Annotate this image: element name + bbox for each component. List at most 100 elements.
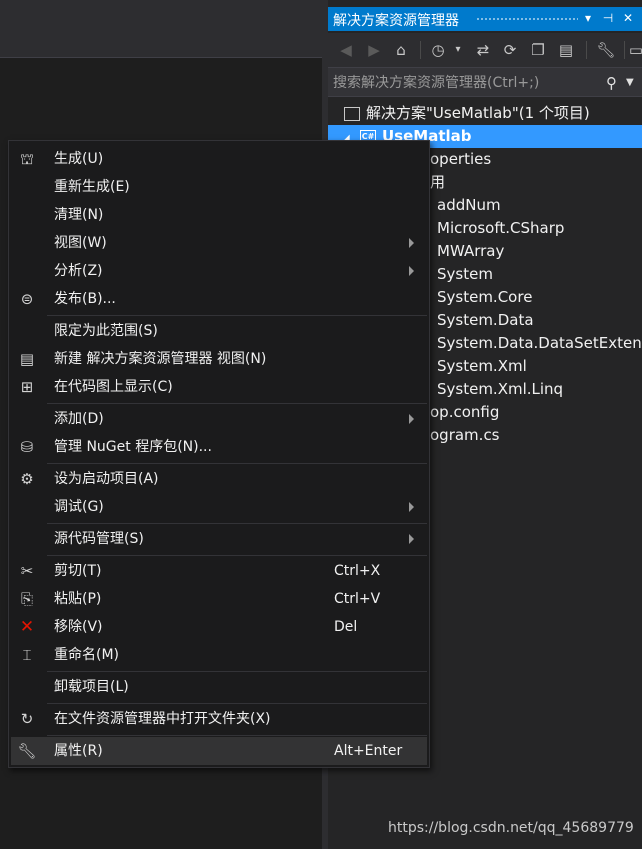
tree-item[interactable]: System.Data <box>437 309 534 332</box>
toolbar-separator <box>624 41 625 59</box>
tree-item[interactable]: System.Xml <box>437 355 527 378</box>
tree-item[interactable]: Microsoft.CSharp <box>437 217 564 240</box>
tree-item[interactable]: System.Data.DataSetExtensio <box>437 332 642 355</box>
nuget-icon: ⛁ <box>20 438 34 456</box>
tree-item[interactable]: System.Core <box>437 286 532 309</box>
tree-item[interactable]: op.config <box>430 401 499 424</box>
home-icon[interactable]: ⌂ <box>391 40 411 60</box>
code-map-icon: ⊞ <box>20 378 34 396</box>
menu-item-new-explorer-view[interactable]: ▤ 新建 解决方案资源管理器 视图(N) <box>11 345 427 373</box>
context-menu: ⛫ 生成(U) 重新生成(E) 清理(N) 视图(W) 分析(Z) ⊜ 发布(B… <box>8 140 430 768</box>
menu-item-unload-project[interactable]: 卸载项目(L) <box>11 673 427 701</box>
search-icon[interactable]: ⚲ <box>606 73 624 93</box>
window-position-dropdown-icon[interactable]: ▾ <box>580 9 596 27</box>
menu-separator <box>47 703 427 704</box>
build-icon: ⛫ <box>20 150 34 168</box>
menu-item-label: 管理 NuGet 程序包(N)... <box>54 439 212 455</box>
menu-item-label: 属性(R) <box>54 743 103 759</box>
toolbar-separator <box>586 41 587 59</box>
menu-item-view[interactable]: 视图(W) <box>11 229 427 257</box>
collapse-all-icon[interactable]: ❐ <box>528 40 548 60</box>
pending-changes-filter-icon[interactable]: ◷ <box>428 40 448 60</box>
wrench-icon: 🔧︎ <box>17 742 37 760</box>
menu-separator <box>47 315 427 316</box>
editor-area <box>0 0 322 30</box>
solution-icon <box>344 106 360 121</box>
toolbar-separator <box>420 41 421 59</box>
forward-icon[interactable]: ▶ <box>364 40 384 60</box>
preview-icon[interactable]: ▭ <box>626 40 642 60</box>
menu-item-build[interactable]: ⛫ 生成(U) <box>11 145 427 173</box>
refresh-icon[interactable]: ⟳ <box>500 40 520 60</box>
show-all-files-icon[interactable]: ▤ <box>556 40 576 60</box>
submenu-arrow-icon <box>409 414 414 424</box>
menu-item-set-startup-project[interactable]: ⚙ 设为启动项目(A) <box>11 465 427 493</box>
remove-icon: ✕ <box>19 617 35 637</box>
auto-hide-pin-icon[interactable]: ⊣ <box>600 9 616 27</box>
menu-item-analyze[interactable]: 分析(Z) <box>11 257 427 285</box>
menu-item-label: 发布(B)... <box>54 291 116 307</box>
properties-wrench-icon[interactable]: 🔧︎ <box>596 40 616 60</box>
tree-item[interactable]: System <box>437 263 493 286</box>
submenu-arrow-icon <box>409 266 414 276</box>
menu-item-show-on-code-map[interactable]: ⊞ 在代码图上显示(C) <box>11 373 427 401</box>
menu-item-label: 在代码图上显示(C) <box>54 379 173 395</box>
watermark: https://blog.csdn.net/qq_45689779 <box>388 820 634 836</box>
sync-with-active-document-icon[interactable]: ⇄ <box>473 40 493 60</box>
paste-icon: ⎘ <box>20 590 33 608</box>
menu-item-label: 卸载项目(L) <box>54 679 129 695</box>
menu-item-clean[interactable]: 清理(N) <box>11 201 427 229</box>
tree-item-label: 解决方案"UseMatlab"(1 个项目) <box>366 104 590 122</box>
menu-item-add[interactable]: 添加(D) <box>11 405 427 433</box>
menu-item-open-in-file-explorer[interactable]: ↻ 在文件资源管理器中打开文件夹(X) <box>11 705 427 733</box>
chevron-down-icon[interactable]: ▾ <box>448 40 468 60</box>
tree-item[interactable]: MWArray <box>437 240 504 263</box>
menu-item-manage-nuget[interactable]: ⛁ 管理 NuGet 程序包(N)... <box>11 433 427 461</box>
menu-item-label: 移除(V) <box>54 619 103 635</box>
search-options-chevron-down-icon[interactable]: ▼ <box>626 73 640 93</box>
menu-separator <box>47 463 427 464</box>
menu-item-shortcut: Del <box>334 619 358 635</box>
menu-item-scope-to-this[interactable]: 限定为此范围(S) <box>11 317 427 345</box>
menu-item-cut[interactable]: ✂ 剪切(T) Ctrl+X <box>11 557 427 585</box>
title-grip[interactable] <box>476 17 578 22</box>
menu-item-label: 调试(G) <box>54 499 104 515</box>
cut-icon: ✂ <box>20 562 34 580</box>
tree-item[interactable]: addNum <box>437 194 501 217</box>
menu-item-label: 生成(U) <box>54 151 104 167</box>
menu-separator <box>47 735 427 736</box>
menu-item-debug[interactable]: 调试(G) <box>11 493 427 521</box>
tree-item[interactable]: 用 <box>430 171 445 194</box>
submenu-arrow-icon <box>409 534 414 544</box>
menu-item-publish[interactable]: ⊜ 发布(B)... <box>11 285 427 313</box>
tree-item-solution[interactable]: 解决方案"UseMatlab"(1 个项目) <box>344 102 642 125</box>
solution-explorer-title-bar: 解决方案资源管理器 ▾ ⊣ ✕ <box>328 7 642 31</box>
menu-item-label: 添加(D) <box>54 411 104 427</box>
gear-icon: ⚙ <box>20 470 34 488</box>
back-icon[interactable]: ◀ <box>336 40 356 60</box>
tree-item[interactable]: operties <box>430 148 491 171</box>
close-icon[interactable]: ✕ <box>620 9 636 27</box>
menu-item-source-control[interactable]: 源代码管理(S) <box>11 525 427 553</box>
publish-icon: ⊜ <box>20 290 34 308</box>
search-input[interactable] <box>333 73 603 93</box>
menu-item-remove[interactable]: ✕ 移除(V) Del <box>11 613 427 641</box>
menu-item-label: 重新生成(E) <box>54 179 130 195</box>
submenu-arrow-icon <box>409 502 414 512</box>
menu-item-label: 剪切(T) <box>54 563 102 579</box>
tree-item[interactable]: System.Xml.Linq <box>437 378 563 401</box>
menu-item-shortcut: Ctrl+V <box>334 591 381 607</box>
menu-item-shortcut: Ctrl+X <box>334 563 381 579</box>
menu-item-rebuild[interactable]: 重新生成(E) <box>11 173 427 201</box>
open-folder-icon: ↻ <box>20 710 34 728</box>
menu-item-properties[interactable]: 🔧︎ 属性(R) Alt+Enter <box>11 737 427 765</box>
menu-item-shortcut: Alt+Enter <box>334 743 403 759</box>
menu-item-label: 新建 解决方案资源管理器 视图(N) <box>54 351 267 367</box>
menu-item-label: 在文件资源管理器中打开文件夹(X) <box>54 711 271 727</box>
menu-item-label: 粘贴(P) <box>54 591 102 607</box>
submenu-arrow-icon <box>409 238 414 248</box>
tree-item[interactable]: ogram.cs <box>430 424 500 447</box>
menu-item-label: 分析(Z) <box>54 263 103 279</box>
menu-item-rename[interactable]: ⌶ 重命名(M) <box>11 641 427 669</box>
menu-item-paste[interactable]: ⎘ 粘贴(P) Ctrl+V <box>11 585 427 613</box>
